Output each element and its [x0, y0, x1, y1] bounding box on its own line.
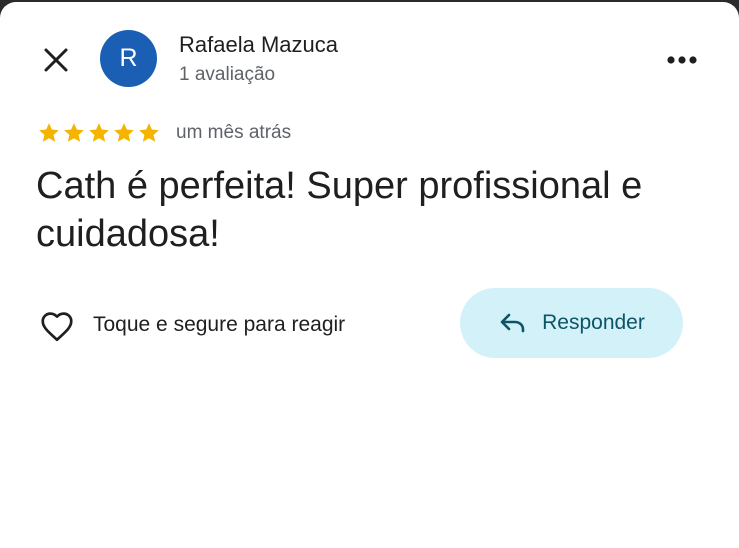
review-text: Cath é perfeita! Super profissional e cu… — [36, 165, 643, 255]
star-rating — [37, 121, 161, 145]
star-icon — [89, 123, 109, 142]
heart-outline-icon — [37, 305, 77, 345]
review-sheet: R Rafaela Mazuca 1 avaliação um mês atrá… — [0, 2, 739, 548]
react-button[interactable]: Toque e segure para reagir — [37, 305, 345, 345]
close-button[interactable] — [36, 40, 76, 80]
more-horizontal-icon — [667, 56, 697, 64]
star-icon — [64, 123, 84, 142]
close-icon — [44, 48, 68, 72]
more-options-button[interactable] — [660, 40, 704, 80]
avatar[interactable]: R — [100, 30, 157, 87]
reply-button[interactable]: Responder — [460, 288, 683, 358]
review-time: um mês atrás — [176, 122, 292, 143]
rating-row: um mês atrás — [37, 120, 291, 146]
star-icon — [39, 123, 59, 142]
avatar-initial: R — [119, 44, 138, 72]
react-label: Toque e segure para reagir — [93, 313, 346, 336]
reply-label: Responder — [542, 311, 645, 334]
review-header: R Rafaela Mazuca 1 avaliação — [0, 2, 739, 112]
star-icon — [114, 123, 134, 142]
star-icon — [139, 123, 159, 142]
reviewer-name[interactable]: Rafaela Mazuca — [179, 32, 338, 58]
reviewer-review-count: 1 avaliação — [179, 64, 276, 85]
reply-arrow-icon — [498, 308, 528, 338]
